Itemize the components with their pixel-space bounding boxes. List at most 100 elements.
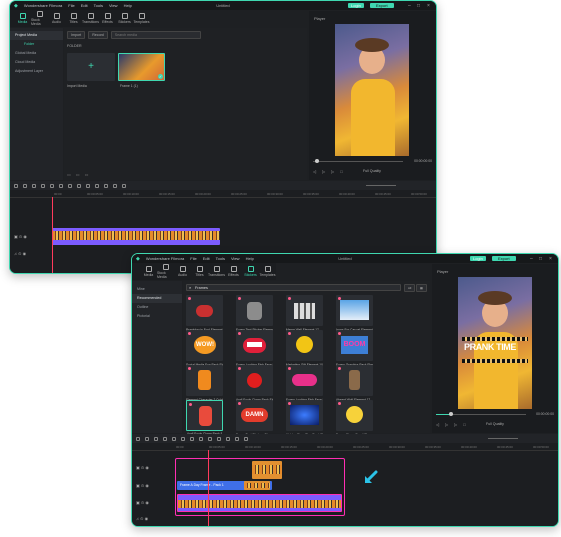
- stop-icon[interactable]: □: [340, 169, 342, 174]
- menu-view[interactable]: View: [231, 256, 240, 261]
- sticker-item[interactable]: Icons For Casual Element 1: [336, 295, 373, 332]
- mic-icon[interactable]: [113, 183, 117, 188]
- minimize-icon[interactable]: –: [408, 3, 411, 9]
- playhead[interactable]: [208, 450, 209, 526]
- mark-icon[interactable]: [95, 183, 99, 188]
- tab-titles[interactable]: Titles: [191, 263, 208, 280]
- login-button[interactable]: Login: [348, 3, 364, 8]
- sticker-item[interactable]: DAMNFunny Text Stickers Element...: [236, 400, 273, 437]
- crop-icon[interactable]: [50, 183, 54, 188]
- sticker-item[interactable]: Element Character 2 Cubbe...: [186, 365, 223, 402]
- maximize-icon[interactable]: □: [417, 3, 420, 9]
- sticker-item[interactable]: Funny Clown Emoji Element...: [336, 400, 373, 437]
- speed-icon[interactable]: [59, 183, 63, 188]
- tab-stock-media[interactable]: Stock Media: [31, 10, 48, 27]
- favorite-icon[interactable]: [188, 332, 191, 335]
- tab-effects[interactable]: Effects: [225, 263, 242, 280]
- play-icon[interactable]: ▷: [322, 169, 325, 174]
- tab-templates[interactable]: Templates: [133, 10, 150, 27]
- search-input[interactable]: Search media: [110, 31, 201, 39]
- sticker-item[interactable]: Marketing Gift Element 10: [286, 330, 323, 367]
- sidebar-item-adjustment-layer[interactable]: Adjustment Layer: [10, 67, 63, 76]
- prev-frame-icon[interactable]: ◁: [313, 169, 316, 174]
- grid-view-icon[interactable]: ▦: [416, 284, 427, 292]
- sticker-item[interactable]: April Fools Clown Pack Elem...: [236, 365, 273, 402]
- menu-file[interactable]: File: [190, 256, 196, 261]
- new-folder-icon[interactable]: ▭: [67, 172, 71, 177]
- sidebar-item-recommended[interactable]: Recommended: [132, 294, 182, 303]
- sticker-item[interactable]: Meme Wall Element 17: [286, 295, 323, 332]
- playhead[interactable]: [52, 197, 53, 273]
- favorite-icon[interactable]: [338, 332, 341, 335]
- next-frame-icon[interactable]: ▷: [331, 169, 334, 174]
- tab-titles[interactable]: Titles: [65, 10, 82, 27]
- menu-help[interactable]: Help: [246, 256, 254, 261]
- sticker-item[interactable]: Absent Wolf Element 17: [336, 365, 373, 402]
- favorite-icon[interactable]: [288, 402, 291, 405]
- track-video-controls[interactable]: ▣ ⊙ ◉: [14, 234, 27, 239]
- export-button[interactable]: Export: [492, 256, 516, 261]
- sticker-item[interactable]: Hidden Story Play Pack Ele...: [286, 400, 323, 437]
- favorite-icon[interactable]: [338, 297, 341, 300]
- audio-icon[interactable]: [199, 436, 203, 441]
- tab-stickers[interactable]: Stickers: [242, 263, 259, 280]
- color-icon[interactable]: [68, 183, 72, 188]
- sticker-clip[interactable]: [252, 461, 282, 479]
- track-audio-controls[interactable]: ♫ ⊙ ◉: [14, 251, 26, 256]
- sidebar-item-folder[interactable]: Folder: [10, 40, 63, 49]
- zoom-slider[interactable]: [488, 438, 518, 439]
- video-clip[interactable]: [52, 228, 220, 245]
- close-icon[interactable]: ×: [427, 3, 430, 9]
- favorite-icon[interactable]: [188, 367, 191, 370]
- tab-transitions[interactable]: Transitions: [82, 10, 99, 27]
- sticker-item[interactable]: Funny Looking Fish Face Ele...: [236, 330, 273, 367]
- record-button[interactable]: Record: [88, 31, 108, 39]
- menu-file[interactable]: File: [68, 3, 74, 8]
- speed-icon[interactable]: [181, 436, 185, 441]
- tab-stickers[interactable]: Stickers: [116, 10, 133, 27]
- minimize-icon[interactable]: –: [530, 256, 533, 262]
- mark-icon[interactable]: [217, 436, 221, 441]
- favorite-icon[interactable]: [238, 367, 241, 370]
- sidebar-item-global-media[interactable]: Global Media: [10, 49, 63, 58]
- sticker-item[interactable]: April Fools Clown Pack Elem...: [186, 400, 223, 436]
- track-audio-controls[interactable]: ♫ ⊙ ◉: [136, 516, 148, 521]
- favorite-icon[interactable]: [238, 332, 241, 335]
- media-thumbnail[interactable]: ✓: [118, 53, 165, 81]
- snap-icon[interactable]: [244, 436, 248, 441]
- search-input[interactable]: ⌕ Frames: [186, 284, 401, 291]
- menu-help[interactable]: Help: [124, 3, 132, 8]
- delete-icon[interactable]: [154, 436, 158, 441]
- menu-tools[interactable]: Tools: [216, 256, 225, 261]
- sticker-item[interactable]: Funny Text Sticker Element 5: [236, 295, 273, 332]
- close-icon[interactable]: ×: [549, 256, 552, 262]
- tab-audio[interactable]: Audio: [174, 263, 191, 280]
- track-video-controls[interactable]: ▣ ⊙ ◉: [136, 500, 149, 505]
- quality-select[interactable]: Full Quality: [363, 169, 381, 173]
- sidebar-item-project-media[interactable]: Project Media: [10, 31, 63, 40]
- import-media-tile[interactable]: +: [67, 53, 115, 81]
- video-clip[interactable]: [177, 494, 342, 512]
- favorite-icon[interactable]: [288, 332, 291, 335]
- track-text-controls[interactable]: ▣ ⊙ ◉: [136, 483, 149, 488]
- tab-audio[interactable]: Audio: [48, 10, 65, 27]
- split-icon[interactable]: [163, 436, 167, 441]
- tab-media[interactable]: Media: [140, 263, 157, 280]
- filter-all-button[interactable]: All: [404, 284, 416, 292]
- undo-icon[interactable]: [14, 183, 18, 188]
- sidebar-item-cloud-media[interactable]: Cloud Media: [10, 58, 63, 67]
- tab-transitions[interactable]: Transitions: [208, 263, 225, 280]
- maximize-icon[interactable]: □: [539, 256, 542, 262]
- folder-icon[interactable]: ▭: [76, 172, 80, 177]
- color-icon[interactable]: [190, 436, 194, 441]
- sticker-clip-2[interactable]: [244, 481, 270, 490]
- split-icon[interactable]: [41, 183, 45, 188]
- tab-stock-media[interactable]: Stock Media: [157, 263, 174, 280]
- undo-icon[interactable]: [136, 436, 140, 441]
- favorite-icon[interactable]: [188, 297, 191, 300]
- zoom-slider[interactable]: [366, 185, 396, 186]
- text-icon[interactable]: [104, 183, 108, 188]
- mic-icon[interactable]: [235, 436, 239, 441]
- prev-frame-icon[interactable]: ◁: [436, 422, 439, 427]
- tab-effects[interactable]: Effects: [99, 10, 116, 27]
